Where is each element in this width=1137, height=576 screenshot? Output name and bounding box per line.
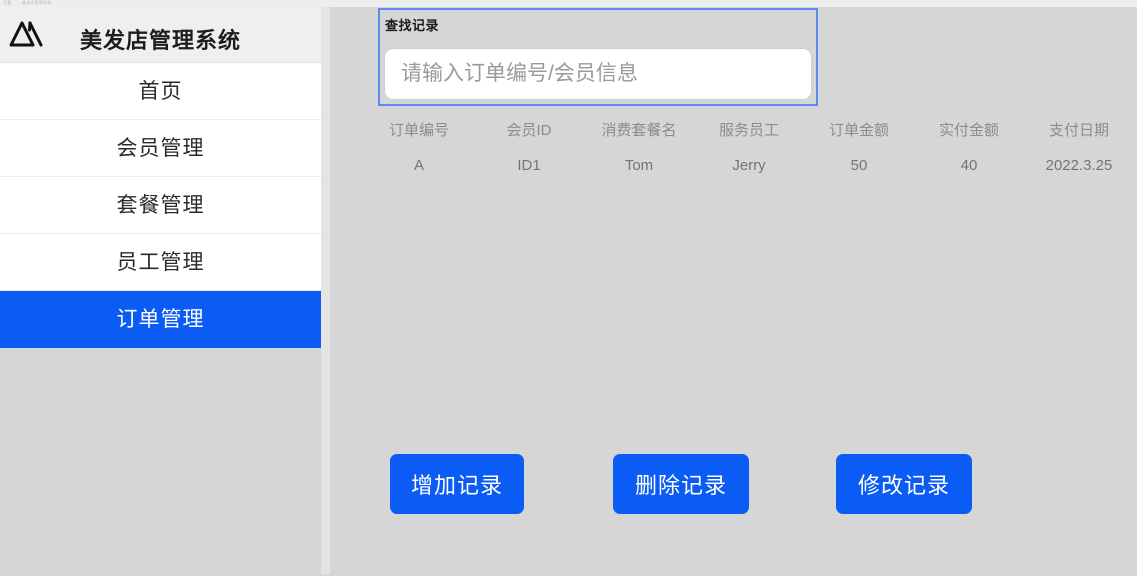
main-panel: 查找记录 订单编号 会员ID 消费套餐名 服务员工 订单金额 实付金额 支付日期… [330,7,1137,574]
add-record-button[interactable]: 增加记录 [390,454,524,514]
cell-order-amount: 50 [850,157,868,174]
sidebar-item-home[interactable]: 首页 [0,63,321,120]
cell-pay-date: 2022.3.25 [1045,157,1113,174]
column-header-staff: 服务员工 [718,122,779,139]
column-header-member-id: 会员ID [506,122,552,139]
top-status-artifact: 设置 美发店管理系统 [0,0,1137,7]
column-header-paid-amount: 实付金额 [938,122,999,139]
column-header-order-amount: 订单金额 [828,122,889,139]
cell-staff: Jerry [732,157,766,174]
sidebar-empty-area [0,348,321,576]
column-header-order-id: 订单编号 [388,122,449,139]
orders-table: 订单编号 会员ID 消费套餐名 服务员工 订单金额 实付金额 支付日期 A ID… [364,117,1137,177]
sidebar-nav: 首页 会员管理 套餐管理 员工管理 订单管理 [0,63,321,576]
column-header-package-name: 消费套餐名 [601,122,677,139]
search-input[interactable] [384,48,812,100]
table-header-row: 订单编号 会员ID 消费套餐名 服务员工 订单金额 实付金额 支付日期 [364,117,1137,142]
sidebar-item-staff[interactable]: 员工管理 [0,234,321,291]
sidebar-header: 美发店管理系统 [0,7,321,63]
app-window: 设置 美发店管理系统 美发店管理系统 首页 会员管理 套餐管理 员工管理 订单管… [0,0,1137,576]
sidebar: 美发店管理系统 首页 会员管理 套餐管理 员工管理 订单管理 [0,7,321,576]
cell-package-name: Tom [624,157,654,174]
table-row[interactable]: A ID1 Tom Jerry 50 40 2022.3.25 [364,142,1137,177]
search-panel-label: 查找记录 [385,18,440,33]
cell-member-id: ID1 [517,157,541,174]
app-title: 美发店管理系统 [79,28,241,53]
artifact-right-text: 美发店管理系统 [22,0,52,5]
artifact-left-text: 设置 [3,0,12,5]
sidebar-item-members[interactable]: 会员管理 [0,120,321,177]
search-panel: 查找记录 [378,8,818,106]
edit-record-button[interactable]: 修改记录 [836,454,972,514]
action-button-bar: 增加记录 删除记录 修改记录 [330,454,1137,516]
sidebar-item-packages[interactable]: 套餐管理 [0,177,321,234]
column-header-pay-date: 支付日期 [1048,122,1109,139]
cell-order-id: A [413,157,424,174]
sidebar-item-orders[interactable]: 订单管理 [0,291,321,348]
cell-paid-amount: 40 [960,157,978,174]
delete-record-button[interactable]: 删除记录 [613,454,749,514]
main-content: 查找记录 订单编号 会员ID 消费套餐名 服务员工 订单金额 实付金额 支付日期… [321,7,1137,574]
